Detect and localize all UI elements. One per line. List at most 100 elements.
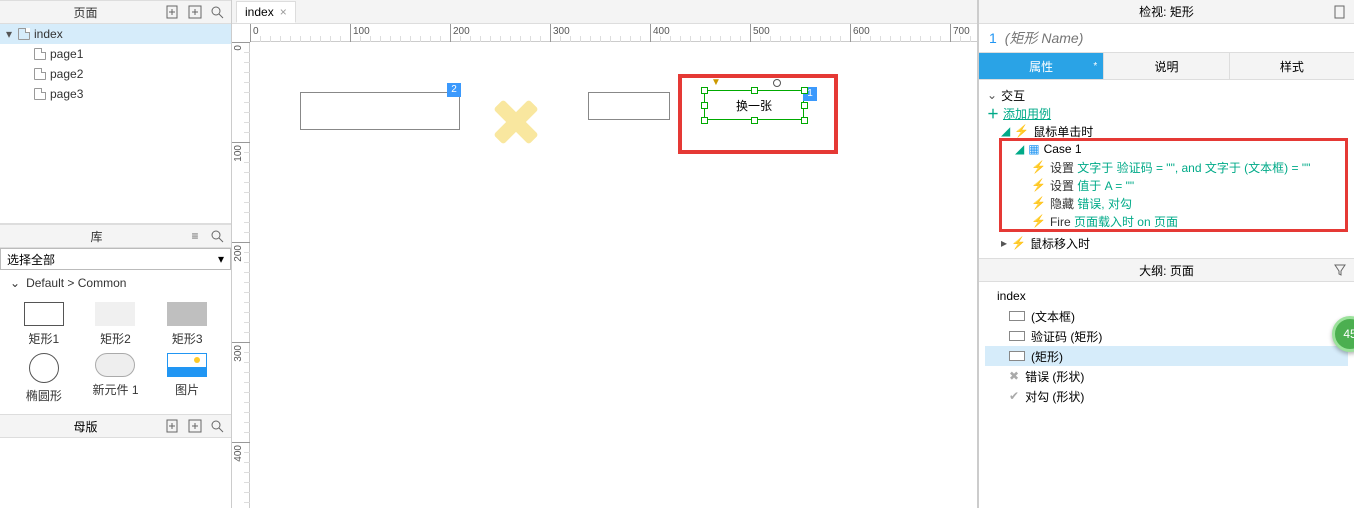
canvas-rect-b[interactable]	[588, 92, 670, 120]
page-file-icon	[34, 48, 46, 60]
tab-properties[interactable]: 属性*	[979, 53, 1104, 79]
library-panel-header: 库 ≡	[0, 224, 231, 248]
search-master-icon[interactable]	[209, 418, 225, 434]
bolt-icon: ⚡	[1014, 124, 1029, 138]
page-icon[interactable]	[1332, 4, 1348, 20]
library-select-label: 选择全部	[7, 251, 55, 268]
tree-twisty-icon: ◢	[1001, 124, 1010, 138]
action-set-value[interactable]: ⚡ 设置 值于 A = ""	[987, 176, 1350, 194]
add-case-link[interactable]: ＋ 添加用例	[987, 104, 1350, 122]
action-set-text[interactable]: ⚡ 设置 文字于 验证码 = "", and 文字于 (文本框) = ""	[987, 158, 1350, 176]
outline-item-captcha[interactable]: 验证码 (矩形)	[985, 326, 1348, 346]
widget-rect3[interactable]: 矩形3	[153, 302, 221, 347]
resize-handle[interactable]	[801, 87, 808, 94]
inspector-title: 检视: 矩形	[1139, 3, 1194, 20]
x-shape-icon: ✖	[1009, 369, 1019, 383]
widget-pill[interactable]: 新元件 1	[82, 353, 150, 404]
library-selector[interactable]: 选择全部 ▾	[0, 248, 231, 270]
resize-handle[interactable]	[701, 87, 708, 94]
outline-root[interactable]: index	[985, 286, 1348, 306]
event-onmouseenter[interactable]: ▸ ⚡ 鼠标移入时	[987, 234, 1350, 252]
tab-style[interactable]: 样式	[1230, 53, 1354, 79]
page-tree-item-page3[interactable]: page3	[0, 84, 231, 104]
inspector-name-row: 1	[979, 24, 1354, 52]
tree-twisty-icon: ▸	[1001, 236, 1007, 250]
case-1[interactable]: ◢ ▦ Case 1	[987, 140, 1350, 158]
case-icon: ▦	[1028, 142, 1039, 156]
tree-twisty-icon[interactable]: ▾	[4, 27, 14, 41]
inspector-tabs: 属性* 说明 样式	[979, 52, 1354, 80]
interaction-marker-icon: ▼	[711, 77, 721, 88]
bolt-icon: ⚡	[1031, 160, 1046, 174]
widgets-grid: 矩形1 矩形2 矩形3 椭圆形 新元件 1 图片	[0, 296, 231, 414]
outline-tree: index (文本框) 验证码 (矩形) (矩形) ✖ 错误 (形状) ✔ 对勾…	[979, 282, 1354, 508]
selection-count: 1	[989, 30, 997, 46]
canvas-tab-index[interactable]: index ×	[236, 1, 296, 23]
master-panel-header: 母版	[0, 414, 231, 438]
canvas-tabs: index ×	[232, 0, 977, 24]
outline-item-rect[interactable]: (矩形)	[985, 346, 1348, 366]
chevron-down-icon: ⌄	[10, 276, 20, 290]
search-pages-icon[interactable]	[209, 4, 225, 20]
add-child-master-icon[interactable]	[187, 418, 203, 434]
resize-handle[interactable]	[701, 117, 708, 124]
action-hide[interactable]: ⚡ 隐藏 错误, 对勾	[987, 194, 1350, 212]
page-tree-item-index[interactable]: ▾ index	[0, 24, 231, 44]
tab-notes[interactable]: 说明	[1104, 53, 1229, 79]
ruler-horizontal: 0100200300400500600700	[250, 24, 977, 42]
library-menu-icon[interactable]: ≡	[187, 228, 203, 244]
selected-rect-text: 换一张	[736, 97, 772, 114]
resize-handle[interactable]	[801, 117, 808, 124]
tree-twisty-icon: ◢	[1015, 142, 1024, 156]
pages-tree: ▾ index page1 page2 page3	[0, 24, 231, 224]
page-tree-item-page1[interactable]: page1	[0, 44, 231, 64]
widget-rect2[interactable]: 矩形2	[82, 302, 150, 347]
rect-icon	[1009, 331, 1025, 341]
interaction-panel: ⌄ 交互 ＋ 添加用例 ◢ ⚡ 鼠标单击时 ◢ ▦ Case 1 ⚡	[979, 80, 1354, 258]
outline-title: 大纲: 页面	[1139, 262, 1194, 279]
bolt-icon: ⚡	[1031, 178, 1046, 192]
resize-handle[interactable]	[751, 117, 758, 124]
outline-item-check[interactable]: ✔ 对勾 (形状)	[985, 386, 1348, 406]
widget-image[interactable]: 图片	[153, 353, 221, 404]
close-tab-icon[interactable]: ×	[280, 5, 287, 19]
resize-handle[interactable]	[701, 102, 708, 109]
action-fire[interactable]: ⚡ Fire 页面载入时 on 页面	[987, 212, 1350, 230]
filter-icon[interactable]	[1332, 262, 1348, 278]
page-file-icon	[34, 68, 46, 80]
library-group-label: Default > Common	[26, 276, 126, 290]
page-tree-item-page2[interactable]: page2	[0, 64, 231, 84]
pages-panel-title: 页面	[6, 4, 165, 21]
resize-handle[interactable]	[801, 102, 808, 109]
master-panel-title: 母版	[6, 418, 165, 435]
footnote-badge: 2	[447, 83, 461, 97]
bolt-icon: ⚡	[1011, 236, 1026, 250]
rect-icon	[1009, 311, 1025, 321]
add-sibling-master-icon[interactable]	[165, 418, 181, 434]
event-onclick[interactable]: ◢ ⚡ 鼠标单击时	[987, 122, 1350, 140]
library-panel-title: 库	[6, 228, 187, 245]
canvas-selected-rect[interactable]: 换一张1▼	[704, 90, 804, 120]
outline-header: 大纲: 页面	[979, 258, 1354, 282]
resize-handle[interactable]	[751, 87, 758, 94]
rect-icon	[1009, 351, 1025, 361]
widget-ellipse[interactable]: 椭圆形	[10, 353, 78, 404]
add-sibling-page-icon[interactable]	[165, 4, 181, 20]
pages-panel-header: 页面	[0, 0, 231, 24]
inspector-header: 检视: 矩形	[979, 0, 1354, 24]
widget-name-input[interactable]	[1005, 30, 1344, 46]
canvas-yellow-x[interactable]	[496, 102, 536, 142]
search-library-icon[interactable]	[209, 228, 225, 244]
rotate-handle-icon[interactable]	[773, 79, 781, 87]
canvas-rect-a[interactable]: 2	[300, 92, 460, 130]
library-group-toggle[interactable]: ⌄ Default > Common	[0, 270, 231, 296]
interaction-section-header[interactable]: ⌄ 交互	[987, 86, 1350, 104]
add-child-page-icon[interactable]	[187, 4, 203, 20]
ruler-vertical: 0100200300400	[232, 42, 250, 508]
chevron-down-icon: ⌄	[987, 88, 997, 102]
chevron-down-icon: ▾	[218, 252, 224, 266]
outline-item-error[interactable]: ✖ 错误 (形状)	[985, 366, 1348, 386]
widget-rect1[interactable]: 矩形1	[10, 302, 78, 347]
canvas-area[interactable]: 0100200300400500600700 0100200300400 2 换一…	[232, 24, 977, 508]
outline-item-textbox[interactable]: (文本框)	[985, 306, 1348, 326]
